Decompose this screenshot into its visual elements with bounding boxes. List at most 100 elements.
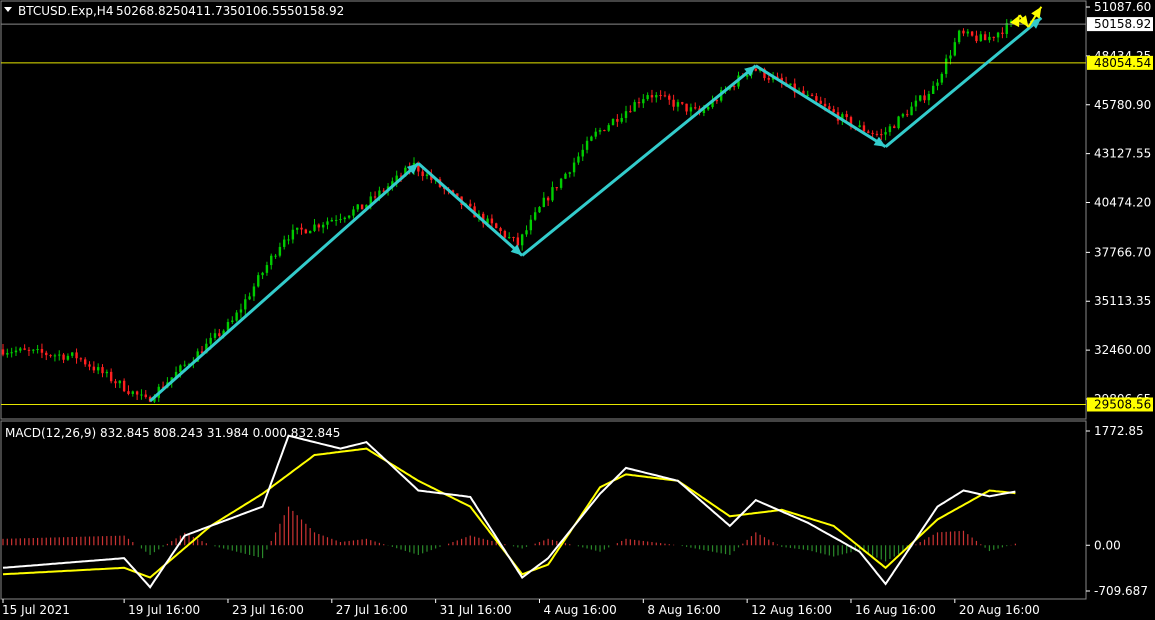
price-axis[interactable]: 51087.6048434.2545780.9043127.5540474.20… — [1086, 0, 1153, 412]
candle-body — [58, 354, 61, 356]
candle-body — [131, 391, 134, 394]
candle-body — [867, 131, 870, 133]
candle-body — [235, 312, 238, 321]
candle-body — [884, 132, 887, 135]
candle-body — [538, 206, 541, 213]
candle-body — [962, 30, 965, 34]
candle-body — [231, 320, 234, 323]
candle-body — [975, 35, 978, 42]
candle-body — [179, 365, 182, 372]
candle-body — [469, 203, 472, 207]
candle-body — [23, 348, 26, 350]
candle-body — [300, 227, 303, 230]
candle-body — [291, 229, 295, 240]
candle-body — [581, 149, 584, 157]
candle-body — [239, 309, 243, 313]
candle-body — [533, 212, 537, 220]
candle-body — [283, 239, 286, 247]
candle-body — [66, 355, 70, 360]
candle-body — [983, 34, 987, 41]
time-tick-label: 19 Jul 16:00 — [128, 603, 200, 617]
candle-body — [681, 102, 684, 104]
candle-body — [642, 99, 645, 104]
candle-body — [330, 220, 334, 222]
candle-body — [14, 350, 18, 353]
candle-body — [685, 103, 688, 112]
candle-body — [356, 204, 359, 210]
candle-body — [629, 111, 632, 113]
candle-body — [1001, 32, 1004, 34]
macd-axis: 1772.85 0.00 -709.687 — [1086, 424, 1148, 598]
candle-body — [114, 381, 117, 384]
candle-body — [888, 126, 892, 133]
candle-body — [248, 296, 251, 300]
candle-body — [906, 114, 909, 116]
candle-body — [845, 114, 848, 118]
candle-body — [79, 358, 83, 360]
candle-body — [425, 174, 429, 177]
candle-body — [931, 85, 935, 94]
candle-body — [988, 36, 991, 41]
candle-body — [590, 136, 593, 141]
candle-body — [265, 265, 269, 273]
candle-body — [304, 229, 308, 234]
candle-body — [810, 94, 814, 97]
candle-body — [546, 197, 550, 201]
symbol-header: BTCUSD.Exp,H4 50268.82 50411.73 50106.55… — [4, 4, 344, 18]
candle-body — [966, 31, 969, 34]
candle-body — [421, 171, 424, 177]
candle-body — [871, 132, 874, 134]
candle-body — [507, 237, 511, 239]
time-tick-label: 27 Jul 16:00 — [336, 603, 408, 617]
macd-tick-label: 1772.85 — [1094, 424, 1144, 438]
macd-pane-frame — [0, 420, 1087, 600]
candle-body — [252, 286, 256, 297]
trading-chart[interactable]: BTCUSD.Exp,H4 50268.82 50411.73 50106.55… — [0, 0, 1155, 620]
candle-body — [183, 364, 186, 366]
ohlc-open: 50268.82 — [116, 4, 173, 18]
candle-body — [979, 34, 982, 42]
ohlc-high: 50411.73 — [173, 4, 230, 18]
candle-body — [620, 117, 623, 122]
candle-body — [611, 119, 615, 126]
candle-body — [347, 215, 351, 218]
candle-body — [53, 355, 57, 357]
candle-body — [218, 333, 221, 337]
candle-body — [317, 224, 321, 228]
candle-body — [339, 219, 342, 221]
candle-body — [940, 73, 944, 83]
candle-body — [326, 221, 329, 225]
candle-body — [520, 234, 524, 246]
ohlc-close: 50158.92 — [287, 4, 344, 18]
candle-body — [923, 95, 926, 101]
price-tick-label: 32460.00 — [1094, 343, 1151, 357]
candle-body — [663, 95, 667, 97]
candle-body — [27, 349, 31, 351]
candle-body — [880, 134, 883, 136]
time-tick-label: 8 Aug 16:00 — [647, 603, 720, 617]
macd-tick-label: 0.00 — [1094, 538, 1121, 552]
level-price-tag: 29508.56 — [1094, 397, 1151, 411]
candle-body — [88, 364, 91, 367]
candle-body — [585, 140, 589, 150]
time-tick-label: 16 Aug 16:00 — [855, 603, 936, 617]
price-tick-label: 45780.90 — [1094, 98, 1151, 112]
candle-body — [71, 352, 74, 356]
candle-body — [101, 367, 104, 374]
macd-tick-label: -709.687 — [1094, 584, 1148, 598]
candle-body — [672, 99, 675, 107]
price-tick-label: 35113.35 — [1094, 294, 1151, 308]
macd-label: MACD(12,26,9) 832.845 808.243 31.984 0.0… — [5, 426, 340, 440]
candle-body — [308, 230, 312, 234]
time-axis[interactable]: 15 Jul 2021 19 Jul 16:00 23 Jul 16:00 27 Ju… — [2, 599, 1040, 617]
candle-body — [646, 95, 649, 100]
candle-body — [944, 58, 948, 74]
price-tick-label: 37766.70 — [1094, 245, 1151, 259]
candle-body — [503, 231, 507, 238]
candle-body — [767, 78, 770, 80]
time-tick-label: 31 Jul 16:00 — [440, 603, 512, 617]
candle-body — [551, 187, 554, 201]
candle-body — [996, 32, 1000, 38]
candle-body — [321, 224, 325, 228]
candle-body — [828, 106, 831, 110]
